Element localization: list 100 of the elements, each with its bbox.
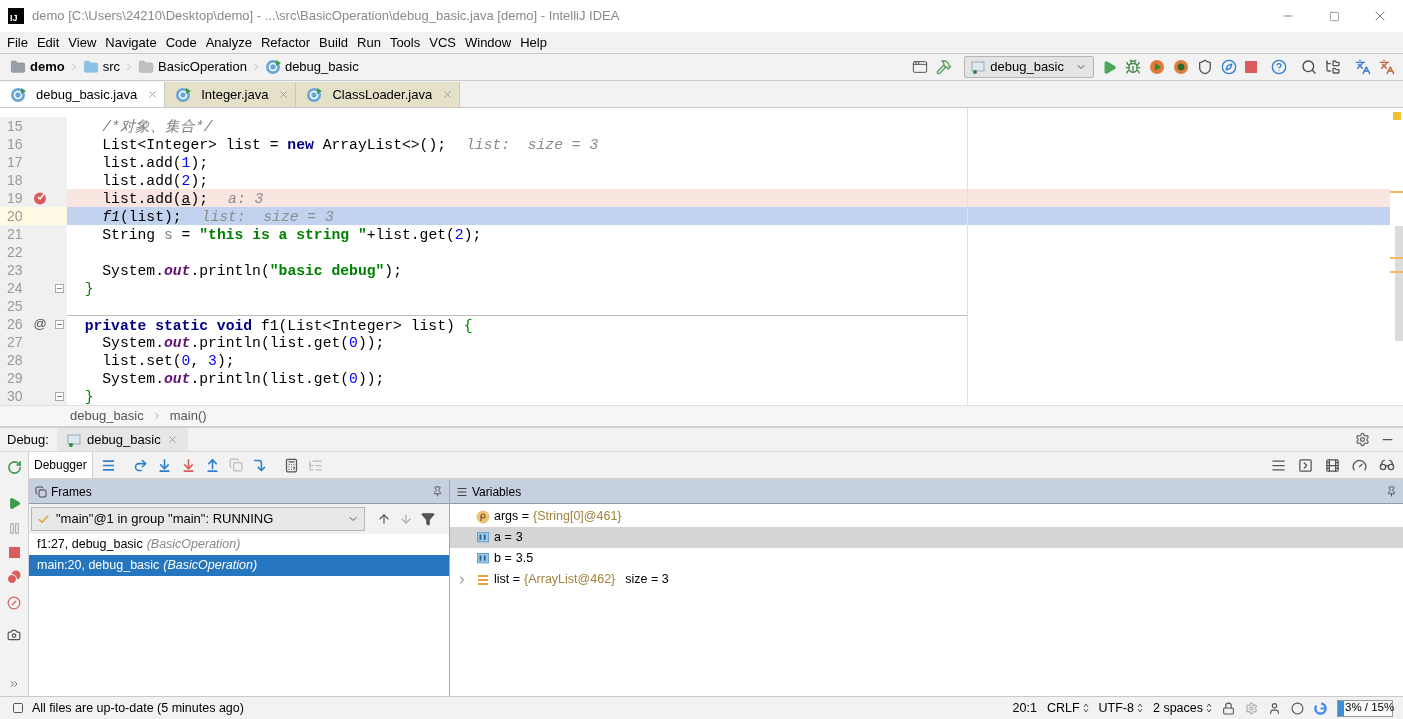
breadcrumb[interactable]: BasicOperation xyxy=(138,57,247,77)
resume-icon[interactable] xyxy=(7,497,21,510)
status-widget[interactable]: UTF-8 xyxy=(1098,698,1134,718)
variable-row[interactable]: a = 3 xyxy=(450,527,1403,548)
step-into-icon[interactable] xyxy=(156,457,172,473)
search-icon[interactable] xyxy=(1301,59,1317,75)
menu-item[interactable]: VCS xyxy=(425,32,460,53)
stop-icon[interactable] xyxy=(8,547,20,558)
pin-icon[interactable] xyxy=(1386,486,1397,497)
more-icon[interactable] xyxy=(8,678,20,690)
line-number: 15 xyxy=(6,117,24,135)
menu-item[interactable]: Edit xyxy=(32,32,64,53)
breadcrumb[interactable]: debug_basic xyxy=(264,57,359,77)
close-tab-icon[interactable] xyxy=(278,89,290,100)
error-stripe-mark xyxy=(1390,257,1403,259)
menu-item[interactable]: Refactor xyxy=(256,32,315,53)
gauge-icon[interactable] xyxy=(1352,457,1367,473)
close-tab-icon[interactable] xyxy=(147,89,159,100)
menu-item[interactable]: Window xyxy=(460,32,516,53)
breadcrumb[interactable]: main() xyxy=(169,406,207,426)
console-icon[interactable] xyxy=(1298,457,1313,473)
compass-icon[interactable] xyxy=(1221,59,1237,75)
variable-row[interactable]: list = {ArrayList@462} size = 3 xyxy=(450,569,1403,590)
scrollbar-thumb[interactable] xyxy=(1395,226,1403,341)
menu-item[interactable]: Help xyxy=(516,32,551,53)
run-to-cursor-icon[interactable] xyxy=(251,457,267,473)
pause-icon[interactable] xyxy=(7,522,21,535)
force-step-into-icon[interactable] xyxy=(180,457,196,473)
film-icon[interactable] xyxy=(1325,457,1340,473)
run-icon[interactable] xyxy=(1102,59,1117,75)
run-config-dropdown[interactable]: debug_basic xyxy=(964,56,1094,78)
lock-icon[interactable] xyxy=(1222,701,1235,715)
menu-item[interactable]: File xyxy=(3,32,32,53)
build-icon[interactable] xyxy=(936,59,953,75)
menu-item[interactable]: Analyze xyxy=(201,32,256,53)
debug-session-tab[interactable]: debug_basic xyxy=(56,428,188,451)
up-down-icon[interactable] xyxy=(1206,703,1212,713)
breakpoint-icon[interactable] xyxy=(33,191,47,205)
editor-tab[interactable]: ClassLoader.java xyxy=(296,82,461,107)
menu-item[interactable]: View xyxy=(64,32,101,53)
list-icon[interactable] xyxy=(100,457,116,473)
camera-icon[interactable] xyxy=(7,628,21,642)
variable-row[interactable]: b = 3.5 xyxy=(450,548,1403,569)
breadcrumb[interactable]: src xyxy=(82,57,120,77)
profiler-icon[interactable] xyxy=(1173,59,1189,75)
align-icon[interactable] xyxy=(1271,457,1286,473)
step-out-icon[interactable] xyxy=(204,457,220,473)
editor-tab[interactable]: debug_basic.java xyxy=(0,82,166,107)
status-widget[interactable]: 2 spaces xyxy=(1152,698,1203,718)
folder-icon xyxy=(82,59,99,75)
help-icon[interactable] xyxy=(1271,59,1287,75)
debugger-tab[interactable]: Debugger xyxy=(29,452,93,478)
menu-item[interactable]: Run xyxy=(353,32,385,53)
close-tab-icon[interactable] xyxy=(442,89,454,100)
up-down-icon[interactable] xyxy=(1082,703,1089,713)
coverage-icon[interactable] xyxy=(1149,59,1165,75)
frame-row[interactable]: main:20, debug_basic (BasicOperation) xyxy=(29,555,449,576)
menu-item[interactable]: Code xyxy=(161,32,201,53)
google-icon[interactable] xyxy=(1314,701,1327,715)
circle-icon[interactable] xyxy=(1291,701,1304,715)
panel-toggle-icon[interactable] xyxy=(12,702,24,714)
line-number: 28 xyxy=(6,351,24,369)
translate-icon[interactable] xyxy=(1355,59,1371,75)
thread-dropdown[interactable]: "main"@1 in group "main": RUNNING xyxy=(31,507,365,531)
menu-item[interactable]: Tools xyxy=(385,32,425,53)
calculator-icon[interactable] xyxy=(283,457,299,473)
person-icon[interactable] xyxy=(1268,701,1281,715)
close-tab-icon[interactable] xyxy=(166,434,178,445)
down-arrow-icon[interactable] xyxy=(399,512,413,526)
pin-icon[interactable] xyxy=(432,486,443,497)
filter-icon[interactable] xyxy=(421,512,435,526)
status-widget[interactable]: CRLF xyxy=(1046,698,1080,718)
settings-icon[interactable] xyxy=(1355,432,1370,447)
fold-icon[interactable] xyxy=(55,319,64,329)
frame-row[interactable]: f1:27, debug_basic (BasicOperation) xyxy=(29,534,449,555)
terminal-icon[interactable] xyxy=(912,59,929,75)
breadcrumb[interactable]: debug_basic xyxy=(70,406,144,426)
breakpoints-icon[interactable] xyxy=(7,570,21,584)
editor-tab[interactable]: Integer.java xyxy=(165,82,297,107)
shield-icon[interactable] xyxy=(1197,59,1213,75)
fold-icon[interactable] xyxy=(55,283,64,293)
gear-icon[interactable] xyxy=(1245,701,1258,715)
step-over-icon[interactable] xyxy=(132,457,148,473)
memory-indicator[interactable]: 3% / 15% xyxy=(1337,699,1393,717)
glasses-icon[interactable] xyxy=(1379,457,1395,473)
override-marker[interactable]: @ xyxy=(33,314,47,334)
up-arrow-icon[interactable] xyxy=(377,512,391,526)
fold-icon[interactable] xyxy=(55,391,64,401)
cursor-position[interactable]: 20:1 xyxy=(1012,698,1037,718)
mute-breakpoints-icon[interactable] xyxy=(7,596,21,610)
line-number: 27 xyxy=(6,333,24,351)
project-structure-icon[interactable] xyxy=(1325,59,1341,75)
variable-row[interactable]: args = {String[0]@461} xyxy=(450,506,1403,527)
breadcrumb[interactable]: demo xyxy=(10,57,65,77)
translate-icon[interactable] xyxy=(1379,59,1395,75)
debug-icon[interactable] xyxy=(1125,59,1141,75)
menu-item[interactable]: Navigate xyxy=(101,32,161,53)
rerun-icon[interactable] xyxy=(6,460,22,475)
up-down-icon[interactable] xyxy=(1136,703,1143,713)
menu-item[interactable]: Build xyxy=(315,32,352,53)
